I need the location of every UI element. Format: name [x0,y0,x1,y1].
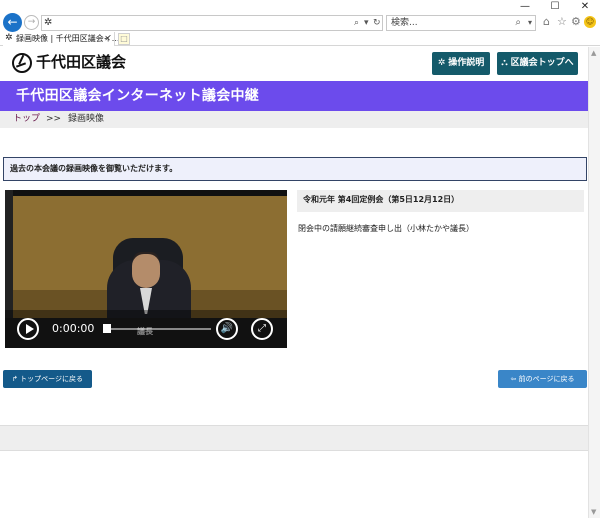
video-player[interactable]: 議長 0:00:00 🔊 ⤢ [5,190,287,348]
breadcrumb-top-link[interactable]: トップ [13,111,40,128]
scroll-down-icon[interactable]: ▼ [591,508,596,516]
tab-favicon-icon: ✲ [5,33,13,43]
play-button[interactable] [17,318,39,340]
browser-search-input[interactable]: 検索... ⌕ ▾ [386,15,536,31]
address-dropdown-icon[interactable]: ▾ [364,16,369,30]
return-arrow-icon: ↱ [12,375,18,383]
tab-close-icon[interactable]: ✕ [104,32,111,45]
breadcrumb-separator: >> [46,114,62,124]
help-button-label: 操作説明 [448,58,485,68]
session-title: 令和元年 第4回定例会（第5日12月12日） [303,195,460,204]
search-icon[interactable]: ⌕ [515,16,521,30]
help-button[interactable]: ✲ 操作説明 [432,52,490,75]
search-placeholder: 検索... [391,18,418,28]
home-icon[interactable]: ⌂ [543,16,550,28]
back-to-top-label: トップページに戻る [20,375,83,383]
notice-text: 過去の本会議の録画映像を御覧いただけます。 [10,164,178,173]
scroll-up-icon[interactable]: ▲ [591,49,596,57]
page-title: 千代田区議会インターネット議会中継 [16,88,260,104]
back-arrow-icon[interactable]: ← [3,13,22,32]
address-search-icon[interactable]: ⌕ [354,16,359,30]
new-tab-icon[interactable]: □ [118,33,130,45]
fullscreen-icon[interactable]: ⤢ [251,318,273,340]
volume-icon[interactable]: 🔊 [216,318,238,340]
page-banner: 千代田区議会インターネット議会中継 [0,81,588,111]
left-arrow-icon: ⇦ [510,375,517,383]
video-progress-bar[interactable] [103,328,211,330]
site-header: 千代田区議会 ✲ 操作説明 ⛬ 区議会トップへ [0,47,588,80]
council-top-button[interactable]: ⛬ 区議会トップへ [497,52,578,75]
forward-arrow-icon[interactable]: → [24,15,39,30]
sitemap-icon: ⛬ [501,58,508,68]
breadcrumb-current: 録画映像 [68,114,105,124]
previous-page-button[interactable]: ⇦ 前のページに戻る [498,370,587,388]
site-favicon-icon: ✲ [44,17,53,28]
settings-gear-icon[interactable]: ⚙ [571,16,581,28]
video-progress-handle[interactable] [103,324,111,333]
video-time: 0:00:00 [52,322,95,335]
council-logo-icon [12,53,32,73]
session-agenda-item[interactable]: 閉会中の請願継続審査申し出（小林たかや議長） [298,223,474,235]
tab-strip: ✲ 録画映像 | 千代田区議会イ... ✕ □ [0,32,600,46]
address-row: ← → ✲ ⌕ ▾ ↻ 検索... ⌕ ▾ ⌂ ☆ ⚙ ☺ [0,12,600,32]
tab-recorded-video[interactable]: ✲ 録画映像 | 千代田区議会イ... ✕ [3,32,119,46]
gear-icon: ✲ [437,58,446,68]
refresh-icon[interactable]: ↻ [373,16,381,30]
feedback-smiley-icon[interactable]: ☺ [584,16,596,28]
notice-box: 過去の本会議の録画映像を御覧いただけます。 [3,157,587,181]
back-to-top-button[interactable]: ↱ トップページに戻る [3,370,92,388]
session-header: 令和元年 第4回定例会（第5日12月12日） [297,190,584,212]
favorites-star-icon[interactable]: ☆ [557,16,567,28]
search-dropdown-icon[interactable]: ▾ [528,16,532,30]
browser-window: — ☐ ✕ ← → ✲ ⌕ ▾ ↻ 検索... ⌕ ▾ ⌂ ☆ ⚙ ☺ ✲ 録画… [0,0,600,518]
video-speaker-head [132,254,160,288]
council-top-button-label: 区議会トップへ [510,58,574,68]
vertical-scrollbar[interactable]: ▲ ▼ [588,47,600,518]
address-bar[interactable]: ✲ ⌕ ▾ ↻ [41,15,383,31]
breadcrumb: トップ >> 録画映像 [0,111,588,128]
previous-page-label: 前のページに戻る [518,375,575,383]
logo-text[interactable]: 千代田区議会 [36,52,126,72]
page-footer [0,425,588,451]
